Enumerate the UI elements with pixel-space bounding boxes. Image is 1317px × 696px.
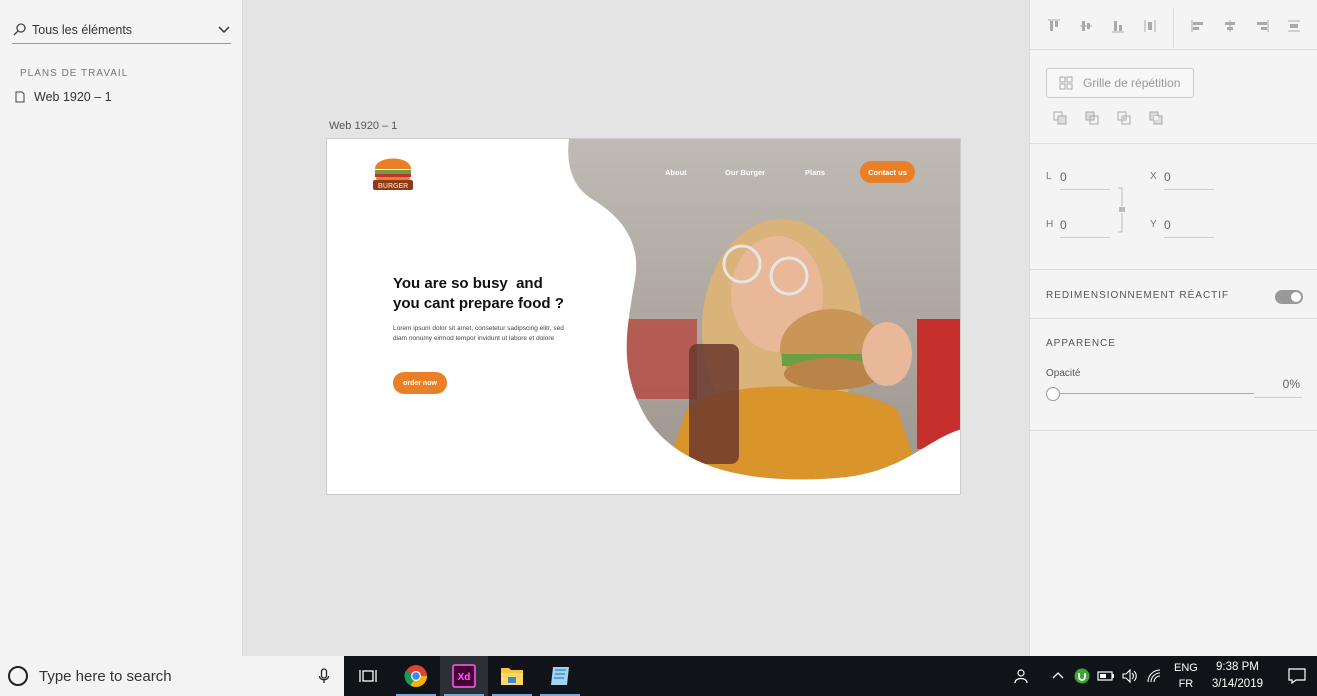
language-indicator[interactable]: ENG FR [1174, 660, 1198, 692]
taskbar-file-explorer[interactable] [488, 656, 536, 696]
layers-filter-dropdown[interactable]: Tous les éléments [12, 16, 231, 44]
lock-aspect-icon[interactable] [1116, 186, 1128, 234]
clock[interactable]: 9:38 PM 3/14/2019 [1212, 659, 1263, 693]
wifi-icon[interactable] [1142, 656, 1166, 696]
opacity-slider-track[interactable] [1060, 393, 1254, 394]
repeat-grid-label: Grille de répétition [1083, 76, 1181, 90]
chevron-up-icon[interactable] [1046, 656, 1070, 696]
boolean-ops-group [1044, 108, 1172, 128]
responsive-resize-label: REDIMENSIONNEMENT RÉACTIF [1046, 290, 1230, 301]
headline-line-2: you cant prepare food ? [393, 295, 564, 312]
design-canvas[interactable]: Web 1920 – 1 BURGER About Our Burger Pla… [244, 0, 1028, 656]
adobe-xd-icon: Xd [452, 664, 476, 688]
exclude-icon[interactable] [1140, 108, 1172, 128]
nav-our-burger[interactable]: Our Burger [725, 168, 765, 177]
opacity-input[interactable]: 0% [1254, 372, 1302, 398]
lorem-line-2: diam nonumy eirmod tempor invidunt ut la… [393, 335, 555, 342]
clock-date: 3/14/2019 [1211, 678, 1263, 690]
nav-plans[interactable]: Plans [805, 168, 825, 177]
artboard-name: Web 1920 – 1 [34, 90, 112, 104]
align-left-icon[interactable] [1182, 16, 1214, 36]
x-label: X [1150, 171, 1157, 182]
divider [1030, 49, 1317, 50]
property-inspector: Grille de répétition L 0 X 0 H 0 Y 0 RED… [1029, 0, 1317, 656]
hero-description: Lorem ipsum dolor sit amet, consetetur s… [393, 324, 573, 344]
appearance-title: APPARENCE [1046, 338, 1116, 349]
svg-text:Xd: Xd [458, 672, 471, 683]
taskbar-app[interactable] [536, 656, 584, 696]
responsive-resize-toggle[interactable] [1275, 290, 1303, 304]
vertical-align-group [1038, 16, 1166, 36]
divider [1030, 318, 1317, 319]
opacity-label: Opacité [1046, 368, 1081, 379]
order-now-button[interactable]: order now [393, 372, 447, 394]
artboard-title[interactable]: Web 1920 – 1 [329, 120, 397, 132]
taskbar-chrome[interactable] [392, 656, 440, 696]
volume-icon[interactable] [1118, 656, 1142, 696]
notifications-icon[interactable] [1277, 656, 1317, 696]
align-top-icon[interactable] [1038, 16, 1070, 36]
align-bottom-icon[interactable] [1102, 16, 1134, 36]
taskbar-search-box[interactable]: Type here to search [0, 656, 344, 696]
lang-bottom: FR [1178, 678, 1194, 690]
taskbar-adobe-xd[interactable]: Xd [440, 656, 488, 696]
y-input[interactable]: 0 [1164, 214, 1214, 238]
search-icon [13, 22, 26, 35]
intersect-icon[interactable] [1108, 108, 1140, 128]
opacity-slider-handle[interactable] [1046, 387, 1060, 401]
contact-button[interactable]: Contact us [860, 161, 915, 183]
distribute-horizontal-icon[interactable] [1134, 16, 1166, 36]
lorem-line-1: Lorem ipsum dolor sit amet, consetetur s… [393, 325, 564, 332]
task-view-icon [359, 670, 377, 682]
task-view-button[interactable] [344, 656, 392, 696]
divider [1030, 430, 1317, 431]
system-tray: ENG FR 9:38 PM 3/14/2019 [1010, 656, 1317, 696]
repeat-grid-button[interactable]: Grille de répétition [1046, 68, 1194, 98]
distribute-vertical-icon[interactable] [1278, 16, 1310, 36]
chrome-icon [404, 665, 427, 687]
y-label: Y [1150, 219, 1157, 230]
width-label: L [1046, 171, 1052, 182]
divider [1030, 269, 1317, 270]
width-input[interactable]: 0 [1060, 166, 1110, 190]
cortana-icon[interactable] [8, 666, 28, 686]
repeat-grid-icon [1059, 76, 1073, 90]
divider [1030, 143, 1317, 144]
windows-taskbar: Type here to search Xd ENG FR 9:38 PM 3/ [0, 656, 1317, 696]
burger-logo: BURGER [373, 158, 413, 190]
height-label: H [1046, 219, 1054, 230]
horizontal-align-group [1182, 16, 1310, 36]
microphone-icon[interactable] [318, 668, 330, 684]
filter-label: Tous les éléments [32, 22, 133, 37]
clock-time: 9:38 PM [1216, 661, 1259, 673]
artboard[interactable]: BURGER About Our Burger Plans Contact us… [326, 138, 961, 495]
utorrent-icon[interactable] [1070, 656, 1094, 696]
hero-headline: You are so busy and you cant prepare foo… [393, 274, 593, 314]
align-middle-icon[interactable] [1070, 16, 1102, 36]
chevron-down-icon[interactable] [217, 23, 231, 37]
notepad-icon [551, 667, 569, 685]
artboards-section-title: PLANS DE TRAVAIL [20, 68, 129, 79]
artboard-list-item[interactable]: Web 1920 – 1 [14, 90, 112, 104]
align-right-icon[interactable] [1246, 16, 1278, 36]
folder-icon [501, 668, 523, 685]
artboard-icon [15, 91, 25, 103]
height-input[interactable]: 0 [1060, 214, 1110, 238]
logo-text: BURGER [378, 183, 408, 190]
add-icon[interactable] [1044, 108, 1076, 128]
x-input[interactable]: 0 [1164, 166, 1214, 190]
subtract-icon[interactable] [1076, 108, 1108, 128]
lang-top: ENG [1173, 662, 1198, 674]
battery-icon[interactable] [1094, 656, 1118, 696]
headline-line-1: You are so busy and [393, 275, 543, 292]
taskbar-search-placeholder: Type here to search [39, 667, 172, 685]
toolbar-separator [1173, 8, 1174, 48]
layers-panel: Tous les éléments PLANS DE TRAVAIL Web 1… [0, 0, 243, 656]
people-icon[interactable] [1010, 656, 1034, 696]
nav-about[interactable]: About [665, 168, 687, 177]
align-center-icon[interactable] [1214, 16, 1246, 36]
hero-photo [568, 139, 960, 494]
